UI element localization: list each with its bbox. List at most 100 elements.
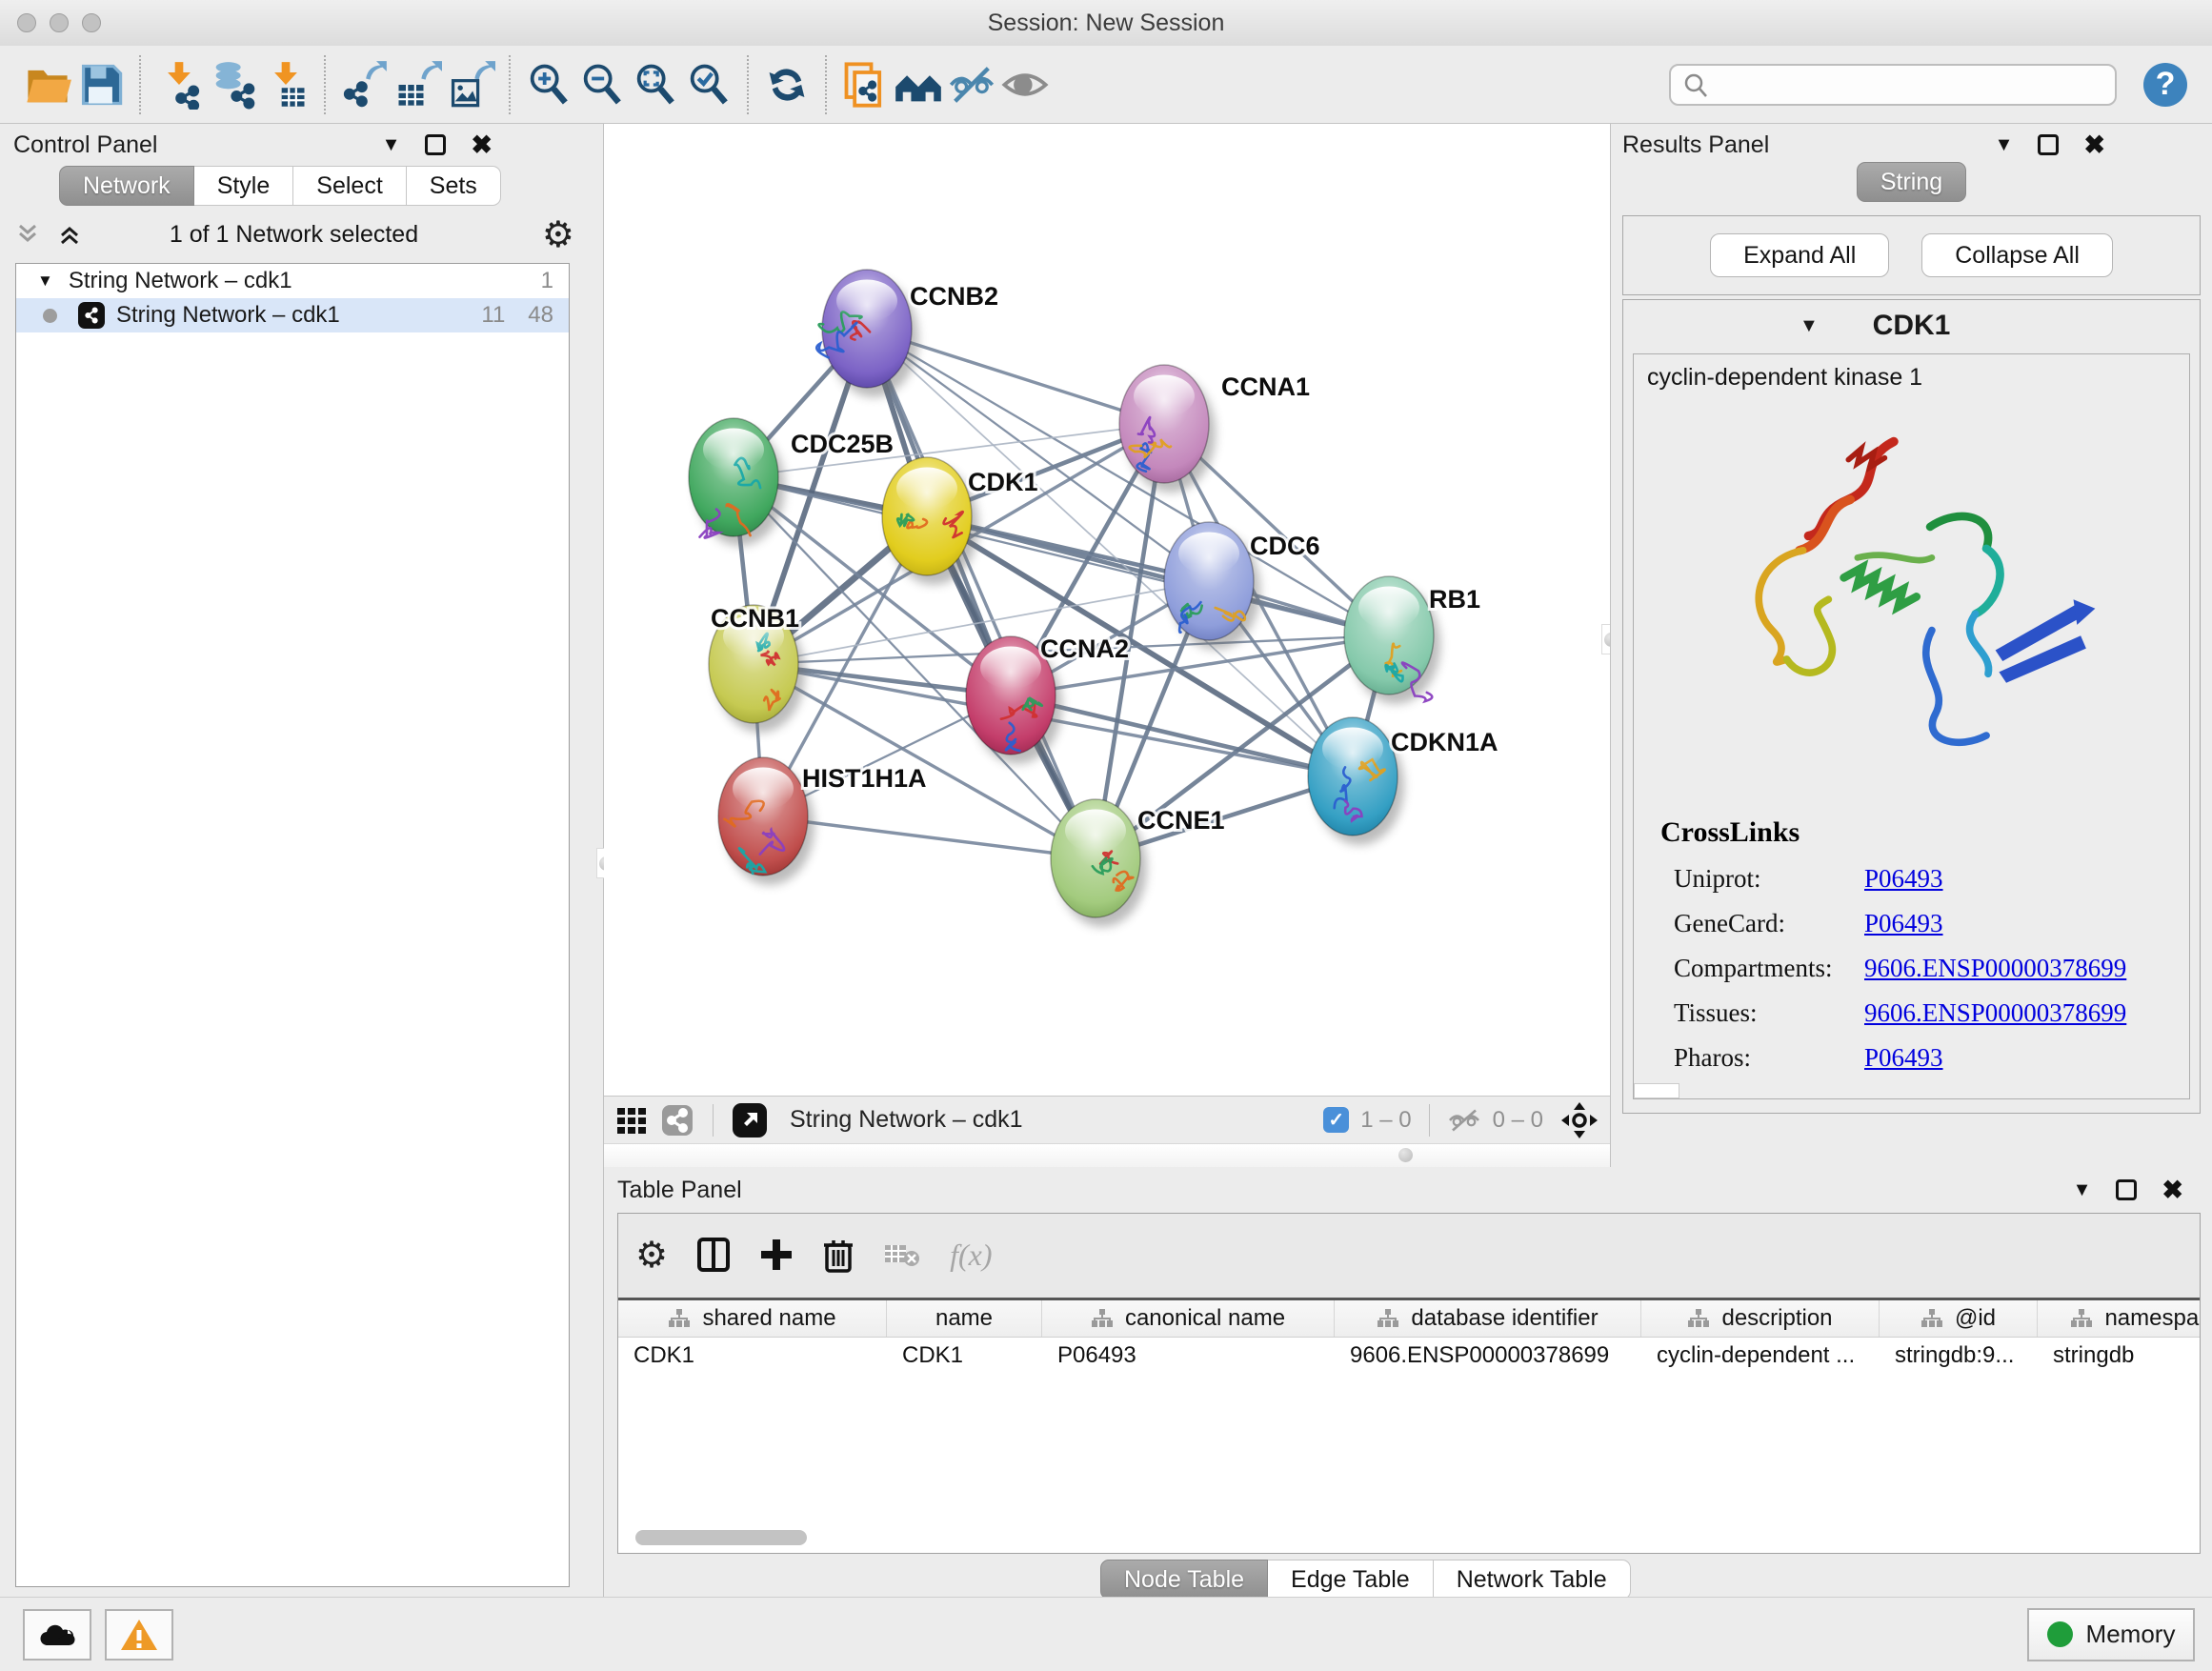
- function-builder-icon[interactable]: f(x): [950, 1238, 992, 1273]
- network-canvas[interactable]: CCNB2CCNA1CDC25BCDK1CDC6RB1CCNB1CCNA2CDK…: [604, 124, 1610, 1096]
- memory-button[interactable]: Memory: [2027, 1608, 2195, 1661]
- table-row[interactable]: CDK1CDK1P064939606.ENSP00000378699cyclin…: [618, 1338, 2200, 1374]
- network-node-CDK1[interactable]: [882, 457, 978, 585]
- show-columns-icon[interactable]: [696, 1237, 731, 1273]
- network-collection-label: String Network – cdk1: [69, 268, 292, 294]
- string-copy-network-icon[interactable]: [838, 58, 892, 111]
- protein-collapse-caret-icon[interactable]: ▼: [1800, 315, 1819, 337]
- network-node-CDC6[interactable]: [1164, 522, 1260, 650]
- control-panel-menu-icon[interactable]: ▼: [382, 134, 401, 156]
- table-cell[interactable]: cyclin-dependent ...: [1641, 1338, 1880, 1374]
- collapse-all-icon[interactable]: [13, 220, 42, 249]
- hidden-items-icon[interactable]: [1447, 1106, 1481, 1135]
- horizontal-splitter[interactable]: [604, 1143, 1610, 1168]
- crosslink-label: Tissues:: [1674, 998, 1864, 1028]
- network-node-CDKN1A[interactable]: [1308, 717, 1404, 845]
- cloud-status-button[interactable]: [23, 1609, 91, 1661]
- control-panel-close-icon[interactable]: ✖: [471, 132, 493, 158]
- tab-string[interactable]: String: [1857, 162, 1966, 202]
- save-session-icon[interactable]: [74, 58, 128, 111]
- open-session-icon[interactable]: [21, 58, 74, 111]
- fit-content-icon[interactable]: [629, 58, 682, 111]
- string-home-icon[interactable]: [892, 58, 945, 111]
- manual-layout-crosshair-icon[interactable]: [1560, 1101, 1599, 1139]
- zoom-selected-icon[interactable]: [682, 58, 735, 111]
- crosslink-link[interactable]: 9606.ENSP00000378699: [1864, 998, 2126, 1028]
- tab-network[interactable]: Network: [59, 166, 194, 206]
- table-cell[interactable]: P06493: [1042, 1338, 1335, 1374]
- hide-selected-icon[interactable]: [945, 58, 998, 111]
- tree-expand-caret-icon[interactable]: ▼: [37, 272, 53, 291]
- results-panel-menu-icon[interactable]: ▼: [1995, 134, 2014, 156]
- collapse-all-button[interactable]: Collapse All: [1921, 233, 2113, 277]
- results-panel-float-icon[interactable]: [2038, 134, 2059, 155]
- network-collection-count: 1: [541, 268, 553, 294]
- table-cell[interactable]: CDK1: [887, 1338, 1042, 1374]
- tab-sets[interactable]: Sets: [407, 166, 501, 206]
- zoom-out-icon[interactable]: [575, 58, 629, 111]
- node-label-CDC6: CDC6: [1250, 532, 1320, 560]
- tab-node-table[interactable]: Node Table: [1100, 1560, 1268, 1600]
- selected-checkbox-icon[interactable]: ✓: [1323, 1107, 1349, 1133]
- delete-column-icon[interactable]: [822, 1237, 855, 1273]
- column-header-shared-name[interactable]: shared name: [618, 1300, 887, 1337]
- import-table-from-file-icon[interactable]: [259, 58, 312, 111]
- table-panel-menu-icon[interactable]: ▼: [2073, 1179, 2092, 1201]
- toolbar-search-input[interactable]: [1669, 64, 2117, 106]
- expand-all-icon[interactable]: [55, 220, 84, 249]
- show-all-eye-icon[interactable]: [998, 58, 1052, 111]
- column-header-description[interactable]: description: [1641, 1300, 1880, 1337]
- table-panel-close-icon[interactable]: ✖: [2162, 1178, 2183, 1203]
- import-network-from-file-icon[interactable]: [152, 58, 206, 111]
- export-image-icon[interactable]: [444, 58, 497, 111]
- help-icon[interactable]: ?: [2143, 63, 2187, 107]
- network-collection-row[interactable]: ▼ String Network – cdk1 1: [16, 264, 569, 298]
- expand-all-button[interactable]: Expand All: [1710, 233, 1889, 277]
- zoom-in-icon[interactable]: [522, 58, 575, 111]
- add-column-icon[interactable]: [759, 1238, 794, 1272]
- results-panel-close-icon[interactable]: ✖: [2083, 132, 2105, 158]
- table-cell[interactable]: CDK1: [618, 1338, 887, 1374]
- tab-select[interactable]: Select: [293, 166, 406, 206]
- node-label-CCNB2: CCNB2: [910, 282, 998, 311]
- node-label-RB1: RB1: [1429, 585, 1480, 614]
- column-header-canonical-name[interactable]: canonical name: [1042, 1300, 1335, 1337]
- tab-network-table[interactable]: Network Table: [1434, 1560, 1631, 1600]
- network-options-gear-icon[interactable]: ⚙: [542, 213, 574, 256]
- column-header-@id[interactable]: @id: [1880, 1300, 2038, 1337]
- birdseye-view-icon[interactable]: [615, 1104, 648, 1137]
- crosslink-link[interactable]: P06493: [1864, 864, 1943, 894]
- tab-style[interactable]: Style: [194, 166, 294, 206]
- import-network-from-database-icon[interactable]: [206, 58, 259, 111]
- refresh-icon[interactable]: [760, 58, 814, 111]
- table-cell[interactable]: 9606.ENSP00000378699: [1335, 1338, 1641, 1374]
- crosslink-row: GeneCard:P06493: [1660, 909, 2189, 938]
- export-table-icon[interactable]: [391, 58, 444, 111]
- tab-edge-table[interactable]: Edge Table: [1268, 1560, 1434, 1600]
- warnings-button[interactable]: [105, 1609, 173, 1661]
- crosslink-link[interactable]: 9606.ENSP00000378699: [1864, 954, 2126, 983]
- column-header-namespace[interactable]: namespace: [2038, 1300, 2200, 1337]
- table-options-gear-icon[interactable]: ⚙: [635, 1234, 668, 1277]
- crosslink-link[interactable]: P06493: [1864, 1043, 1943, 1073]
- table-panel: Table Panel ▼ ✖ ⚙: [604, 1167, 2212, 1597]
- network-node-CCNE1[interactable]: [1051, 799, 1147, 927]
- protein-card-header[interactable]: ▼ CDK1: [1623, 300, 2200, 352]
- table-cell[interactable]: stringdb: [2038, 1338, 2200, 1374]
- export-network-icon[interactable]: [337, 58, 391, 111]
- network-row-selected[interactable]: String Network – cdk1 11 48: [16, 298, 569, 332]
- network-node-HIST1H1A[interactable]: [718, 757, 814, 885]
- table-cell[interactable]: stringdb:9...: [1880, 1338, 2038, 1374]
- network-node-CCNB2[interactable]: [816, 270, 918, 397]
- network-share-icon[interactable]: [661, 1104, 694, 1137]
- control-panel-float-icon[interactable]: [425, 134, 446, 155]
- open-in-new-window-icon[interactable]: [733, 1103, 767, 1137]
- column-header-name[interactable]: name: [887, 1300, 1042, 1337]
- table-horizontal-scrollbar[interactable]: [635, 1530, 807, 1545]
- results-scrollbar-stub[interactable]: [1634, 1083, 1679, 1098]
- clear-table-icon[interactable]: [883, 1239, 921, 1270]
- crosslink-link[interactable]: P06493: [1864, 909, 1943, 938]
- column-header-database-identifier[interactable]: database identifier: [1335, 1300, 1641, 1337]
- table-panel-float-icon[interactable]: [2116, 1179, 2137, 1200]
- network-node-RB1[interactable]: [1344, 576, 1440, 704]
